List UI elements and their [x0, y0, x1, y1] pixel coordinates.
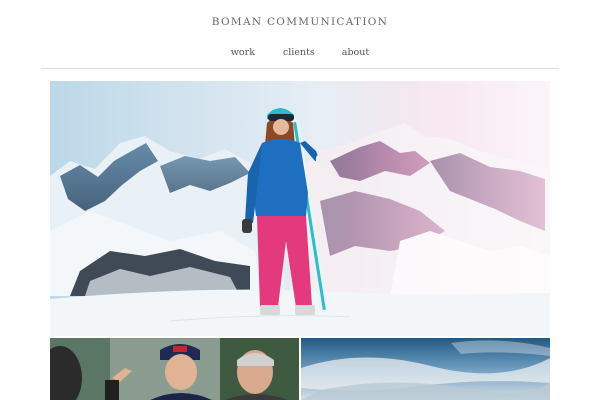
nav-item-clients[interactable]: clients [283, 47, 315, 58]
site-title[interactable]: BOMAN COMMUNICATION [0, 16, 600, 28]
sky-photo-illustration [301, 338, 550, 400]
nav-item-about[interactable]: about [342, 47, 369, 58]
nav-item-work[interactable]: work [231, 47, 255, 58]
racers-photo-tile[interactable] [50, 338, 299, 400]
racers-photo-illustration [50, 338, 299, 400]
header-divider [41, 68, 559, 69]
sky-photo-tile[interactable] [301, 338, 550, 400]
hero-image[interactable] [50, 81, 550, 336]
hero-photo-illustration [50, 81, 550, 336]
main-nav: work clients about [0, 47, 600, 58]
